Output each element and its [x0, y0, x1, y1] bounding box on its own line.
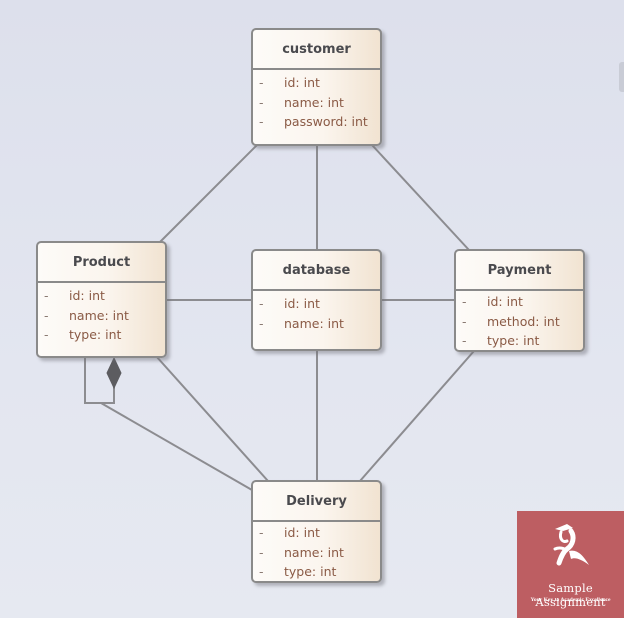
attribute-text: id: int [284, 296, 320, 311]
class-payment[interactable]: Payment - id: int - method: int - type: int [454, 249, 585, 352]
attribute-text: password: int [284, 114, 368, 129]
visibility-marker: - [259, 94, 264, 110]
class-name: customer [253, 30, 380, 70]
attribute-text: name: int [284, 94, 344, 110]
attribute-text: id: int [284, 75, 320, 90]
attribute-item: - id: int [456, 292, 583, 312]
composition-diamond-icon [106, 356, 122, 390]
visibility-marker: - [259, 525, 264, 540]
attribute-item: - type: int [456, 331, 583, 351]
visibility-marker: - [259, 315, 264, 331]
visibility-marker: - [259, 75, 264, 90]
attribute-item: - method: int [456, 312, 583, 332]
attribute-text: name: int [284, 544, 344, 560]
attribute-item: - name: int [253, 314, 380, 334]
attribute-text: id: int [487, 294, 523, 309]
attribute-item: - id: int [253, 294, 380, 314]
attribute-list: - id: int - name: int - password: int [253, 70, 380, 132]
watermark-logo: Sample Assignment Your Key to Academic E… [517, 511, 624, 618]
attribute-item: - id: int [38, 286, 165, 306]
class-name: Payment [456, 251, 583, 291]
attribute-text: type: int [487, 333, 540, 348]
visibility-marker: - [44, 327, 49, 342]
watermark-brand: Sample Assignment [535, 581, 606, 609]
class-delivery[interactable]: Delivery - id: int - name: int - type: int [251, 480, 382, 583]
graduate-figure-icon [553, 524, 589, 566]
line-selfloop-delivery [100, 402, 253, 491]
attribute-text: id: int [284, 525, 320, 540]
attribute-list: - id: int - name: int [253, 291, 380, 333]
attribute-item: - name: int [38, 306, 165, 326]
class-customer[interactable]: customer - id: int - name: int - password: … [251, 28, 382, 146]
line-product-self-loop [84, 357, 115, 404]
attribute-list: - id: int - name: int - type: int [38, 283, 165, 345]
attribute-text: type: int [69, 327, 122, 342]
class-name: Delivery [253, 482, 380, 522]
attribute-text: id: int [69, 288, 105, 303]
visibility-marker: - [259, 296, 264, 311]
visibility-marker: - [259, 544, 264, 560]
line-customer-payment [371, 144, 470, 251]
class-name: Product [38, 243, 165, 283]
watermark-tagline: Your Key to Academic Excellence [530, 597, 611, 603]
attribute-item: - type: int [253, 562, 380, 582]
attribute-text: name: int [284, 315, 344, 331]
attribute-item: - password: int [253, 112, 380, 132]
attribute-item: - type: int [38, 325, 165, 345]
attribute-item: - id: int [253, 73, 380, 93]
visibility-marker: - [462, 313, 467, 329]
attribute-text: name: int [69, 307, 129, 323]
visibility-marker: - [44, 288, 49, 303]
visibility-marker: - [44, 307, 49, 323]
attribute-item: - name: int [253, 543, 380, 563]
attribute-list: - id: int - name: int - type: int [253, 522, 380, 582]
class-name: database [253, 251, 380, 291]
visibility-marker: - [259, 564, 264, 579]
visibility-marker: - [462, 294, 467, 309]
class-database[interactable]: database - id: int - name: int [251, 249, 382, 351]
attribute-item: - id: int [253, 523, 380, 543]
line-customer-product [159, 143, 259, 243]
visibility-marker: - [259, 114, 264, 129]
visibility-marker: - [462, 333, 467, 348]
attribute-list: - id: int - method: int - type: int [456, 291, 583, 351]
attribute-item: - name: int [253, 93, 380, 113]
attribute-text: type: int [284, 564, 337, 579]
line-product-delivery [155, 355, 269, 482]
scroll-edge [619, 62, 624, 92]
attribute-text: method: int [487, 313, 560, 329]
class-product[interactable]: Product - id: int - name: int - type: int [36, 241, 167, 358]
line-payment-delivery [359, 350, 475, 482]
